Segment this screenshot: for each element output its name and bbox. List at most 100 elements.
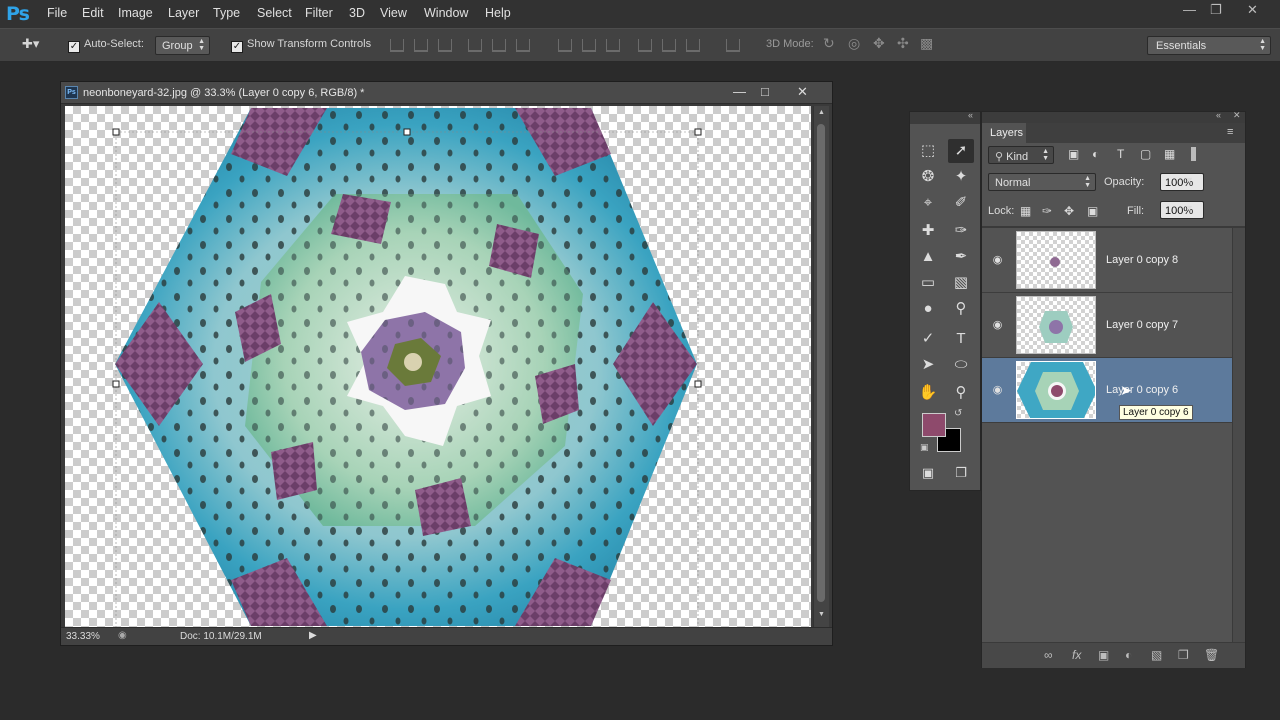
collapse-icon[interactable]: « [1216, 110, 1221, 120]
status-info-icon[interactable]: ◉ [118, 630, 127, 641]
doc-maximize-icon[interactable]: □ [761, 84, 769, 99]
align-left-icon[interactable] [468, 39, 482, 52]
layers-scrollbar[interactable] [1232, 228, 1245, 642]
filter-pixel-icon[interactable]: ▣ [1068, 147, 1079, 161]
menu-type[interactable]: Type [213, 6, 240, 20]
adjustment-layer-icon[interactable]: ◐ [1125, 648, 1132, 662]
align-top-icon[interactable] [390, 39, 404, 52]
transform-controls-checkbox[interactable]: ✓ Show Transform Controls [231, 38, 371, 53]
close-icon[interactable]: ✕ [1247, 2, 1258, 18]
foreground-color-swatch[interactable] [922, 413, 946, 437]
dodge-tool-icon[interactable]: ⚲ [948, 297, 974, 321]
zoom-tool-icon[interactable]: ⚲ [948, 381, 974, 405]
minimize-icon[interactable]: — [1183, 2, 1196, 17]
menu-select[interactable]: Select [257, 6, 292, 20]
hand-tool-icon[interactable]: ✋ [915, 381, 941, 405]
trash-icon[interactable]: 🗑 [1204, 648, 1219, 662]
3d-slide-icon[interactable]: ✣ [897, 35, 909, 52]
move-tool-icon[interactable]: ➚ [948, 139, 974, 163]
marquee-tool-icon[interactable]: ⬚ [915, 139, 941, 163]
3d-pan-icon[interactable]: ✥ [873, 35, 885, 52]
menu-3d[interactable]: 3D [349, 6, 365, 20]
blur-tool-icon[interactable]: ● [915, 297, 941, 321]
status-menu-arrow-icon[interactable]: ▶ [309, 630, 317, 641]
menu-window[interactable]: Window [424, 6, 468, 20]
workspace-dropdown[interactable]: Essentials ▲ ▼ [1147, 36, 1271, 55]
blend-mode-dropdown[interactable]: Normal ▲ ▼ [988, 173, 1096, 191]
menu-view[interactable]: View [380, 6, 407, 20]
eraser-tool-icon[interactable]: ▭ [915, 271, 941, 295]
eyedropper-tool-icon[interactable]: ✐ [948, 191, 974, 215]
filter-smartobject-icon[interactable]: ▦ [1164, 147, 1175, 161]
filter-type-icon[interactable]: T [1117, 147, 1124, 161]
layer-row-selected[interactable]: ◉ Layer 0 copy 6 ➤ [982, 358, 1232, 423]
pen-tool-icon[interactable]: ✓ [915, 327, 941, 351]
menu-file[interactable]: File [47, 6, 67, 20]
lock-all-icon[interactable]: ▣ [1087, 204, 1098, 218]
screen-mode-icon[interactable]: ❐ [948, 461, 974, 485]
auto-select-dropdown[interactable]: Group ▲ ▼ [155, 36, 210, 55]
fill-field[interactable]: 100% [1160, 201, 1204, 219]
scroll-down-icon[interactable]: ▼ [818, 611, 825, 618]
add-mask-icon[interactable]: ▣ [1098, 648, 1109, 662]
vertical-scrollbar[interactable]: ▲ ▼ [813, 106, 829, 627]
restore-icon[interactable]: ❐ [1210, 2, 1222, 18]
fill-slider-arrow-icon[interactable]: ▼ [1185, 203, 1194, 213]
quick-mask-icon[interactable]: ▣ [915, 461, 941, 485]
magic-wand-tool-icon[interactable]: ✦ [948, 165, 974, 189]
distribute-right-icon[interactable] [686, 39, 700, 52]
auto-select-checkbox[interactable]: ✓ Auto-Select: [68, 38, 144, 53]
align-right-icon[interactable] [516, 39, 530, 52]
lock-image-icon[interactable]: ✑ [1042, 204, 1052, 218]
fx-icon[interactable]: fx [1072, 648, 1081, 662]
layers-panel-header[interactable]: « ✕ [982, 110, 1245, 123]
align-bottom-icon[interactable] [438, 39, 452, 52]
scroll-up-icon[interactable]: ▲ [818, 109, 825, 116]
tools-panel-header[interactable]: « [910, 110, 980, 124]
eye-icon[interactable]: ◉ [990, 253, 1005, 267]
crop-tool-icon[interactable]: ⌖ [915, 191, 941, 215]
lock-transparency-icon[interactable]: ▦ [1020, 204, 1031, 218]
3d-roll-icon[interactable]: ◎ [848, 35, 860, 52]
close-panel-icon[interactable]: ✕ [1233, 110, 1241, 121]
clone-stamp-tool-icon[interactable]: ▲ [915, 245, 941, 269]
lasso-tool-icon[interactable]: ❂ [915, 165, 941, 189]
healing-brush-tool-icon[interactable]: ✚ [915, 219, 941, 243]
default-colors-icon[interactable]: ▣ [920, 442, 929, 453]
link-layers-icon[interactable]: ∞ [1044, 648, 1053, 662]
swap-colors-icon[interactable]: ↺ [954, 408, 962, 419]
filter-toggle-icon[interactable] [1191, 147, 1196, 161]
kind-filter-dropdown[interactable]: ⚲ Kind ▲ ▼ [988, 146, 1054, 164]
eye-icon[interactable]: ◉ [990, 383, 1005, 397]
lock-position-icon[interactable]: ✥ [1064, 204, 1074, 218]
opacity-field[interactable]: 100% [1160, 173, 1204, 191]
eye-icon[interactable]: ◉ [990, 318, 1005, 332]
ellipse-tool-icon[interactable]: ⬭ [948, 353, 974, 377]
opacity-slider-arrow-icon[interactable]: ▼ [1185, 175, 1194, 185]
menu-help[interactable]: Help [485, 6, 511, 20]
distribute-left-icon[interactable] [638, 39, 652, 52]
align-vcenter-icon[interactable] [414, 39, 428, 52]
new-layer-icon[interactable]: ❐ [1178, 648, 1189, 662]
align-hcenter-icon[interactable] [492, 39, 506, 52]
distribute-bottom-icon[interactable] [606, 39, 620, 52]
distribute-top-icon[interactable] [558, 39, 572, 52]
history-brush-tool-icon[interactable]: ✒ [948, 245, 974, 269]
new-group-icon[interactable]: ▧ [1151, 648, 1162, 662]
menu-edit[interactable]: Edit [82, 6, 104, 20]
move-tool-icon[interactable]: ✚▾ [22, 36, 39, 52]
brush-tool-icon[interactable]: ✑ [948, 219, 974, 243]
tab-layers[interactable]: Layers [982, 123, 1026, 143]
doc-close-icon[interactable]: ✕ [797, 84, 808, 100]
3d-orbit-icon[interactable]: ↻ [823, 35, 835, 52]
distribute-hcenter-icon[interactable] [662, 39, 676, 52]
scrollbar-thumb[interactable] [817, 124, 825, 602]
collapse-icon[interactable]: « [968, 110, 973, 120]
layer-row[interactable]: ◉ Layer 0 copy 7 [982, 293, 1232, 358]
type-tool-icon[interactable]: T [948, 327, 974, 351]
document-title-bar[interactable]: Ps neonboneyard-32.jpg @ 33.3% (Layer 0 … [61, 82, 832, 104]
menu-filter[interactable]: Filter [305, 6, 333, 20]
layer-row[interactable]: ◉ Layer 0 copy 8 [982, 228, 1232, 293]
doc-minimize-icon[interactable]: — [733, 84, 746, 99]
canvas[interactable] [65, 106, 811, 627]
